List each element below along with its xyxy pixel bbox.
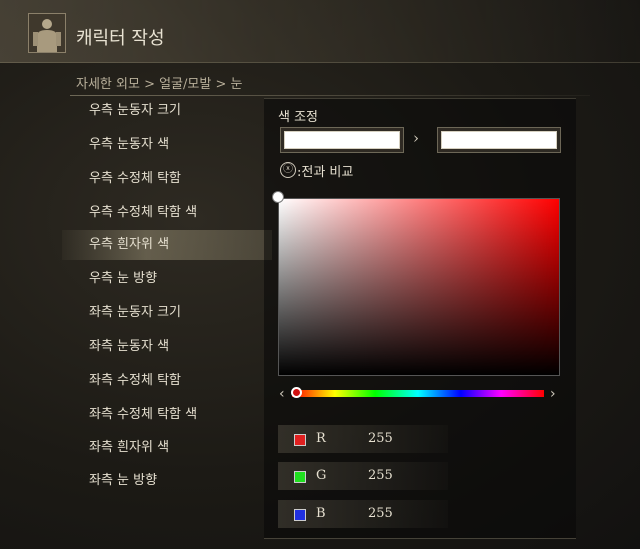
color-panel-title: 색 조정 (278, 110, 319, 125)
menu-item-right-sclera-color[interactable]: 우측 흰자위 색 (62, 230, 272, 260)
menu-item-left-eye-direction[interactable]: 좌측 눈 방향 (62, 466, 272, 496)
channel-value: 255 (368, 506, 393, 521)
menu-item-left-pupil-size[interactable]: 좌측 눈동자 크기 (62, 298, 272, 328)
character-portrait-icon (28, 13, 66, 53)
menu-item-label: 좌측 수정체 탁함 (89, 373, 181, 388)
channel-row-green[interactable]: G 255 (278, 462, 448, 490)
menu-item-label: 좌측 흰자위 색 (89, 440, 170, 455)
menu-item-label: 우측 눈동자 색 (89, 137, 170, 152)
picker-cursor-handle[interactable] (272, 191, 284, 203)
saturation-brightness-picker[interactable] (278, 198, 560, 376)
compare-label: :전과 비교 (297, 165, 354, 180)
channel-row-blue[interactable]: B 255 (278, 500, 448, 528)
menu-item-right-lens-cloudiness-color[interactable]: 우측 수정체 탁함 색 (62, 198, 272, 228)
channel-value: 255 (368, 468, 393, 483)
channel-label: B (316, 506, 326, 521)
hue-right-arrow-icon[interactable]: › (550, 386, 556, 402)
hue-left-arrow-icon[interactable]: ‹ (279, 386, 285, 402)
menu-item-label: 우측 눈 방향 (89, 271, 158, 286)
channel-label: G (316, 468, 327, 483)
menu-item-left-lens-cloudiness[interactable]: 좌측 수정체 탁함 (62, 366, 272, 396)
menu-item-label: 우측 수정체 탁함 색 (89, 205, 198, 220)
channel-label: R (316, 431, 326, 446)
menu-item-right-pupil-color[interactable]: 우측 눈동자 색 (62, 130, 272, 160)
channel-row-red[interactable]: R 255 (278, 425, 448, 453)
green-chip-icon (294, 471, 306, 483)
menu-item-right-pupil-size[interactable]: 우측 눈동자 크기 (62, 96, 272, 126)
header-bar: 캐릭터 작성 (0, 0, 640, 63)
hue-slider-knob[interactable] (291, 387, 302, 398)
new-color-swatch (441, 131, 557, 149)
compare-button-icon[interactable]: ⓧ (280, 162, 296, 178)
menu-item-left-pupil-color[interactable]: 좌측 눈동자 색 (62, 332, 272, 362)
page-title: 캐릭터 작성 (76, 28, 165, 49)
previous-color-swatch (284, 131, 400, 149)
menu-item-right-eye-direction[interactable]: 우측 눈 방향 (62, 264, 272, 294)
menu-item-label: 우측 눈동자 크기 (89, 103, 181, 118)
menu-item-label: 좌측 수정체 탁함 색 (89, 407, 198, 422)
red-chip-icon (294, 434, 306, 446)
menu-item-label: 좌측 눈동자 크기 (89, 305, 181, 320)
menu-item-label: 우측 수정체 탁함 (89, 171, 181, 186)
hue-slider[interactable] (292, 390, 544, 397)
menu-item-right-lens-cloudiness[interactable]: 우측 수정체 탁함 (62, 164, 272, 194)
menu-item-label: 우측 흰자위 색 (89, 237, 170, 252)
arrow-right-icon: › (413, 129, 419, 147)
breadcrumb: 자세한 외모 > 얼굴/모발 > 눈 (76, 77, 243, 92)
panel-bottom-divider (264, 538, 576, 539)
menu-item-left-lens-cloudiness-color[interactable]: 좌측 수정체 탁함 색 (62, 400, 272, 430)
menu-item-left-sclera-color[interactable]: 좌측 흰자위 색 (62, 433, 272, 463)
channel-value: 255 (368, 431, 393, 446)
blue-chip-icon (294, 509, 306, 521)
menu-item-label: 좌측 눈 방향 (89, 473, 158, 488)
menu-item-label: 좌측 눈동자 색 (89, 339, 170, 354)
